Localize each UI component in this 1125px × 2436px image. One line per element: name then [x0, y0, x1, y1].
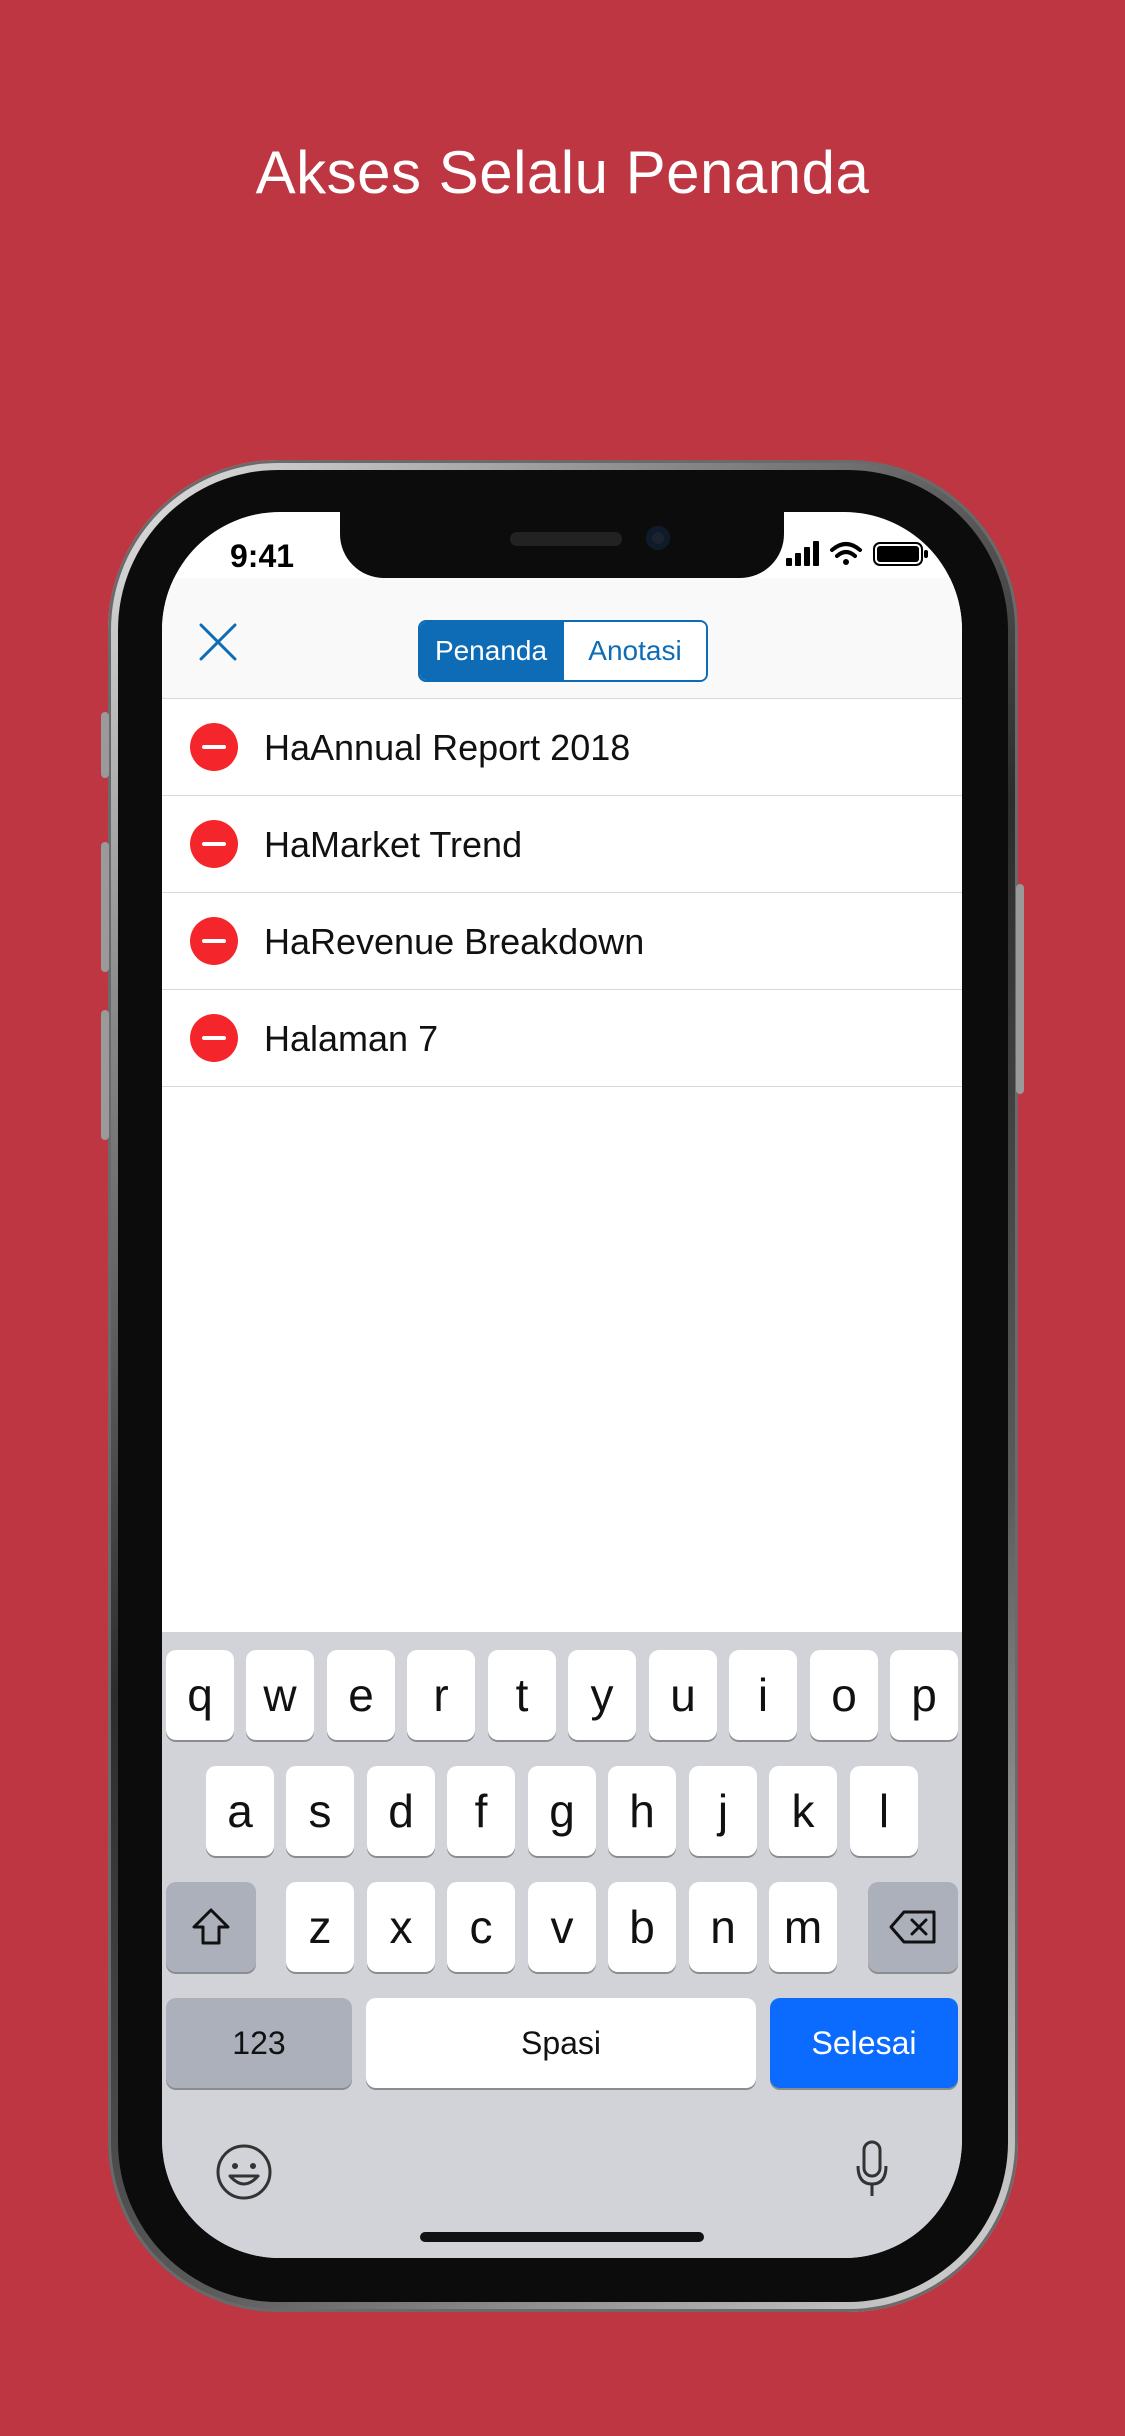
- key-j[interactable]: j: [689, 1766, 757, 1856]
- key-p[interactable]: p: [890, 1650, 958, 1740]
- signal-icon: [786, 541, 819, 566]
- key-d[interactable]: d: [367, 1766, 435, 1856]
- bookmark-list: HaAnnual Report 2018 HaMarket Trend HaRe…: [162, 699, 962, 1087]
- tab-anotasi[interactable]: Anotasi: [562, 622, 706, 680]
- delete-icon[interactable]: [190, 820, 238, 868]
- notch: [340, 512, 784, 578]
- front-camera-icon: [646, 526, 670, 550]
- key-w[interactable]: w: [246, 1650, 314, 1740]
- bookmark-label[interactable]: HaRevenue Breakdown: [264, 921, 644, 963]
- emoji-button[interactable]: [214, 2142, 274, 2202]
- key-r[interactable]: r: [407, 1650, 475, 1740]
- phone-screen: 9:41 Penanda Anotasi HaAnnual Report 201…: [162, 512, 962, 2258]
- key-m[interactable]: m: [769, 1882, 837, 1972]
- power-button: [1016, 884, 1024, 1094]
- volume-up-button: [101, 842, 109, 972]
- done-key[interactable]: Selesai: [770, 1998, 958, 2088]
- shift-icon: [192, 1908, 230, 1945]
- key-b[interactable]: b: [608, 1882, 676, 1972]
- close-icon: [199, 623, 237, 661]
- microphone-icon: [856, 2140, 888, 2196]
- microphone-button[interactable]: [852, 2138, 892, 2202]
- key-g[interactable]: g: [528, 1766, 596, 1856]
- list-item[interactable]: HaMarket Trend: [162, 796, 962, 893]
- key-v[interactable]: v: [528, 1882, 596, 1972]
- wifi-icon: [830, 542, 862, 565]
- bookmark-label[interactable]: Halaman 7: [264, 1018, 438, 1060]
- key-z[interactable]: z: [286, 1882, 354, 1972]
- key-q[interactable]: q: [166, 1650, 234, 1740]
- numbers-key[interactable]: 123: [166, 1998, 352, 2088]
- backspace-icon: [889, 1910, 936, 1944]
- close-button[interactable]: [198, 622, 238, 662]
- list-item[interactable]: Halaman 7: [162, 990, 962, 1087]
- tab-penanda[interactable]: Penanda: [420, 622, 562, 680]
- delete-icon[interactable]: [190, 723, 238, 771]
- emoji-icon: [216, 2144, 272, 2200]
- key-e[interactable]: e: [327, 1650, 395, 1740]
- segmented-control: Penanda Anotasi: [418, 620, 708, 682]
- key-f[interactable]: f: [447, 1766, 515, 1856]
- key-n[interactable]: n: [689, 1882, 757, 1972]
- key-c[interactable]: c: [447, 1882, 515, 1972]
- status-time: 9:41: [230, 538, 295, 574]
- key-s[interactable]: s: [286, 1766, 354, 1856]
- key-i[interactable]: i: [729, 1650, 797, 1740]
- delete-icon[interactable]: [190, 1014, 238, 1062]
- key-l[interactable]: l: [850, 1766, 918, 1856]
- bookmark-label[interactable]: HaMarket Trend: [264, 824, 522, 866]
- bookmark-label[interactable]: HaAnnual Report 2018: [264, 727, 630, 769]
- key-x[interactable]: x: [367, 1882, 435, 1972]
- headline: Akses Selalu Penanda: [255, 139, 870, 206]
- shift-key[interactable]: [166, 1882, 256, 1972]
- key-k[interactable]: k: [769, 1766, 837, 1856]
- list-item[interactable]: HaRevenue Breakdown: [162, 893, 962, 990]
- key-t[interactable]: t: [488, 1650, 556, 1740]
- battery-icon: [873, 542, 928, 566]
- key-o[interactable]: o: [810, 1650, 878, 1740]
- key-h[interactable]: h: [608, 1766, 676, 1856]
- key-y[interactable]: y: [568, 1650, 636, 1740]
- key-u[interactable]: u: [649, 1650, 717, 1740]
- keyboard: q w e r t y u i o p a s d f g h j k l z …: [162, 1632, 962, 2258]
- backspace-key[interactable]: [868, 1882, 958, 1972]
- space-key[interactable]: Spasi: [366, 1998, 756, 2088]
- volume-down-button: [101, 1010, 109, 1140]
- navigation-bar: Penanda Anotasi: [162, 578, 962, 699]
- home-indicator[interactable]: [420, 2232, 704, 2242]
- delete-icon[interactable]: [190, 917, 238, 965]
- key-a[interactable]: a: [206, 1766, 274, 1856]
- list-item[interactable]: HaAnnual Report 2018: [162, 699, 962, 796]
- silent-switch: [101, 712, 109, 778]
